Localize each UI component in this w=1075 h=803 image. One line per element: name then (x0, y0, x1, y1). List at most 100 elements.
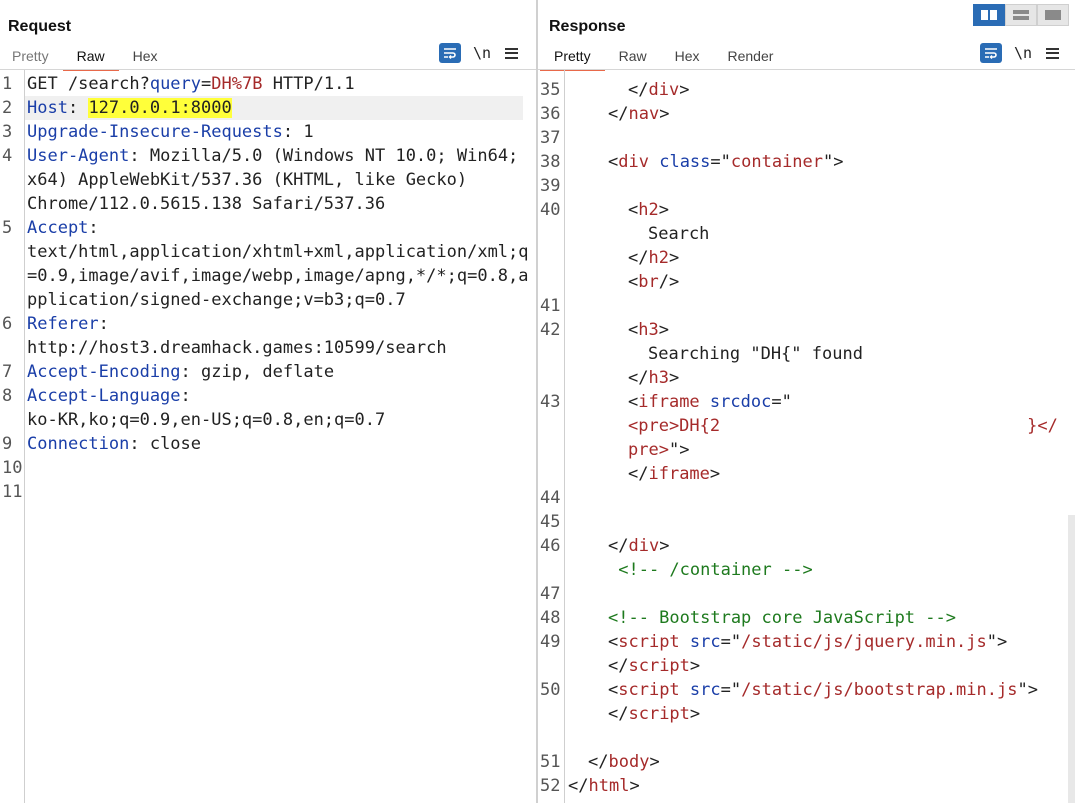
code-token: Search (648, 224, 710, 244)
request-tab-pretty[interactable]: Pretty (12, 46, 49, 69)
menu-icon[interactable] (505, 47, 519, 59)
line-number: 41 (540, 296, 561, 316)
response-tab-raw[interactable]: Raw (619, 46, 647, 69)
code-token: < (628, 200, 639, 220)
response-scrollbar[interactable] (1068, 515, 1075, 803)
line-number: 47 (540, 584, 561, 604)
single-pane-layout-icon[interactable] (1037, 4, 1069, 26)
code-token: "> (1017, 680, 1038, 700)
request-code-line: x64) AppleWebKit/537.36 (KHTML, like Gec… (0, 168, 536, 192)
code-token: iframe (648, 464, 710, 484)
response-code-line: 46 </div> (538, 534, 1075, 558)
code-text: Upgrade-Insecure-Requests: 1 (27, 120, 314, 144)
stacked-layout-icon[interactable] (1005, 4, 1037, 26)
response-code-line: 44 (538, 486, 1075, 510)
request-tab-hex[interactable]: Hex (133, 46, 158, 69)
code-token: query (149, 74, 202, 94)
request-code-line: 3 Upgrade-Insecure-Requests: 1 (0, 120, 536, 144)
response-code-line: 35 </div> (538, 78, 1075, 102)
response-code-line: <!-- /container --> (538, 558, 1075, 582)
response-editor[interactable]: 35 </div> 36 </nav> 37 38 <div class="containe… (538, 70, 1075, 803)
request-code-line: text/html,application/xhtml+xml,applicat… (0, 240, 536, 264)
response-code-line: </iframe> (538, 462, 1075, 486)
line-number: 52 (540, 776, 561, 796)
request-editor[interactable]: 1 GET /search?query=DH%7B HTTP/1.1 2 Host: … (0, 70, 536, 803)
code-text: </script> (608, 654, 700, 678)
code-token: > (659, 536, 670, 556)
response-code-line: 45 (538, 510, 1075, 534)
code-token: "> (668, 440, 690, 460)
code-token: h2 (638, 200, 659, 220)
line-number: 35 (540, 80, 561, 100)
response-code-line: 36 </nav> (538, 102, 1075, 126)
code-text: x64) AppleWebKit/537.36 (KHTML, like Gec… (27, 168, 467, 192)
code-token: =" (710, 152, 731, 172)
code-text: Search (648, 222, 709, 246)
code-token: h3 (648, 368, 669, 388)
code-text: =0.9,image/avif,image/webp,image/apng,*/… (27, 264, 529, 288)
line-number: 40 (540, 200, 561, 220)
wrap-lines-icon[interactable] (980, 43, 1002, 63)
response-tab-pretty[interactable]: Pretty (540, 46, 605, 71)
code-token: GET /search? (27, 74, 150, 94)
side-by-side-layout-icon[interactable] (973, 4, 1005, 26)
request-code-line: 2 Host: 127.0.0.1:8000 (0, 96, 536, 120)
code-token: h3 (638, 320, 659, 340)
code-text: http://host3.dreamhack.games:10599/searc… (27, 336, 447, 360)
code-token: > (658, 320, 669, 340)
code-token: 127.0.0.1:8000 (88, 98, 232, 118)
response-code-line: 42 <h3> (538, 318, 1075, 342)
request-tabs: Pretty Raw Hex (12, 46, 186, 71)
code-token: script (618, 632, 680, 652)
code-token: <!-- /container --> (608, 560, 813, 580)
code-token: : gzip, deflate (180, 362, 335, 382)
code-token: class (659, 152, 711, 172)
code-token: < (608, 632, 619, 652)
response-code-line: </script> (538, 654, 1075, 678)
code-token: body (608, 752, 650, 772)
line-number: 48 (540, 608, 561, 628)
wrap-lines-icon[interactable] (439, 43, 461, 63)
code-token: html (588, 776, 630, 796)
code-token: div (648, 80, 680, 100)
line-number: 50 (540, 680, 561, 700)
code-token: Searching "DH{" found (648, 344, 863, 364)
code-text: Searching "DH{" found (648, 342, 863, 366)
code-token: Connection (27, 434, 130, 454)
response-tab-hex[interactable]: Hex (675, 46, 700, 69)
request-tab-raw[interactable]: Raw (62, 46, 119, 71)
show-newlines-toggle[interactable]: \n (473, 44, 491, 62)
response-tab-render[interactable]: Render (728, 46, 774, 69)
response-code-line: 40 <h2> (538, 198, 1075, 222)
response-code-line: 37 (538, 126, 1075, 150)
request-code-line: 4 User-Agent: Mozilla/5.0 (Windows NT 10.… (0, 144, 536, 168)
response-code-line: 51 </body> (538, 750, 1075, 774)
line-number: 36 (540, 104, 561, 124)
code-text: <!-- /container --> (608, 558, 813, 582)
code-token: /static/js/bootstrap.min.js (741, 680, 1018, 700)
code-text: Host: 127.0.0.1:8000 (27, 96, 232, 120)
menu-icon[interactable] (1046, 47, 1060, 59)
code-text: pplication/signed-exchange;v=b3;q=0.7 (27, 288, 406, 312)
show-newlines-toggle[interactable]: \n (1014, 44, 1032, 62)
code-token: < (628, 392, 639, 412)
code-token: h2 (648, 248, 669, 268)
code-text: <iframe srcdoc=" (628, 390, 792, 414)
line-number: 6 (2, 314, 13, 334)
line-number: 1 (2, 74, 13, 94)
response-code-line: <pre>DH{2 }</ (538, 414, 1075, 438)
code-token: =0.9,image/avif,image/webp,image/apng,*/… (27, 266, 529, 286)
response-pane: Response Pretty Raw Hex Render \n 35 </di… (538, 0, 1075, 803)
code-text: User-Agent: Mozilla/5.0 (Windows NT 10.0… (27, 144, 518, 168)
response-code-line: 38 <div class="container"> (538, 150, 1075, 174)
code-token: = (201, 74, 212, 94)
code-text: <div class="container"> (608, 150, 844, 174)
code-token: div (628, 536, 660, 556)
code-text: </html> (568, 774, 640, 798)
code-text: <!-- Bootstrap core JavaScript --> (608, 606, 956, 630)
code-token: Accept-Language (27, 386, 181, 406)
response-tabs: Pretty Raw Hex Render (540, 46, 801, 71)
request-code-line: 5 Accept: (0, 216, 536, 240)
